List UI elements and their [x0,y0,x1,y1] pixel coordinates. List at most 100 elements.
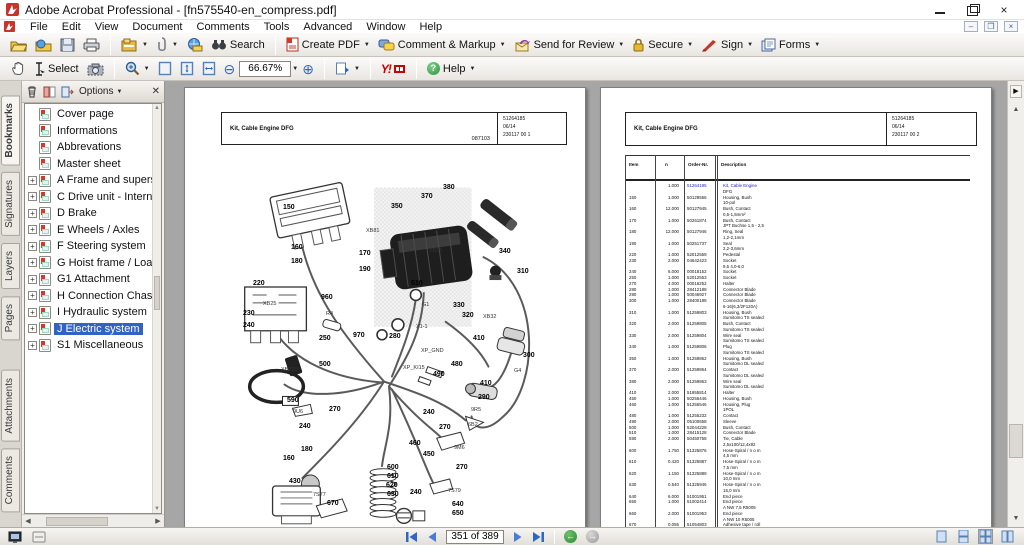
expand-icon[interactable]: + [28,192,37,201]
doc-close-button[interactable]: × [1004,21,1018,32]
bookmark-item-f-steering-system[interactable]: +F Steering system [25,238,152,255]
bookmark-item-a-frame-and-superstru[interactable]: +A Frame and superstru [25,172,152,189]
sign-button[interactable]: Sign ▼ [697,36,757,54]
highlight-bookmark-icon[interactable] [43,86,56,98]
fit-width-button[interactable] [198,59,220,78]
close-panel-button[interactable]: ✕ [152,86,160,97]
menu-comments[interactable]: Comments [190,21,257,33]
fullscreen-icon[interactable] [8,531,22,543]
help-button[interactable]: ? Help ▼ [423,60,480,77]
menu-view[interactable]: View [88,21,126,33]
bookmark-item-informations[interactable]: Informations [25,123,152,140]
menu-window[interactable]: Window [359,21,412,33]
bookmark-item-j-electric-system[interactable]: +J Electric system [25,321,152,338]
bookmark-item-cover-page[interactable]: Cover page [25,106,152,123]
facing-page-button[interactable] [1001,530,1014,543]
create-pdf-button[interactable]: Create PDF ▼ [282,35,374,54]
nav-tab-bookmarks[interactable]: Bookmarks [1,95,20,165]
expand-icon[interactable]: + [28,176,37,185]
bookmark-item-g-hoist-frame-load-lif[interactable]: +G Hoist frame / Load lif [25,255,152,272]
nav-tab-comments[interactable]: Comments [1,448,20,512]
print-button[interactable] [79,36,104,54]
close-button[interactable]: × [998,4,1010,16]
expand-icon[interactable]: + [28,275,37,284]
yahoo-toolbar-button[interactable]: Y! [377,60,410,78]
page-display-button[interactable]: ▼ [331,59,364,78]
forms-button[interactable]: Forms ▼ [757,36,824,54]
scroll-left-icon[interactable]: ◀ [22,517,34,525]
expand-icon[interactable]: + [28,209,37,218]
expand-icon[interactable]: + [28,341,37,350]
save-button[interactable] [56,36,79,54]
fit-page-button[interactable] [176,59,198,78]
send-for-review-button[interactable]: Send for Review ▼ [510,36,629,54]
nav-tab-signatures[interactable]: Signatures [1,172,20,236]
email-button[interactable] [182,36,207,54]
open-button[interactable] [6,36,31,54]
continuous-page-button[interactable] [957,530,970,543]
menu-document[interactable]: Document [125,21,189,33]
search-button[interactable]: Search [207,36,269,53]
bookmark-item-h-connection-chassis[interactable]: +H Connection Chassis [25,288,152,305]
nav-tab-pages[interactable]: Pages [1,296,20,340]
restore-button[interactable] [966,4,978,16]
menu-file[interactable]: File [23,21,55,33]
zoom-tool-button[interactable]: ▼ [121,59,154,78]
bookmark-item-abbrevations[interactable]: Abbrevations [25,139,152,156]
panel-expand-icon[interactable]: ▶ [1010,85,1022,98]
select-tool-button[interactable]: Select [29,60,83,78]
snapshot-button[interactable] [83,60,108,78]
menu-advanced[interactable]: Advanced [296,21,359,33]
single-page-button[interactable] [935,530,948,543]
expand-icon[interactable]: + [28,308,37,317]
bookmark-item-i-hydraulic-system[interactable]: +I Hydraulic system [25,304,152,321]
open-web-button[interactable] [31,36,56,54]
options-menu-button[interactable]: Options ▼ [79,86,122,97]
scroll-thumb[interactable] [1009,424,1023,458]
first-page-button[interactable] [405,531,418,543]
document-vertical-scrollbar[interactable]: ▶ ▲ ▼ [1007,81,1024,527]
new-bookmark-icon[interactable] [61,86,74,98]
scroll-down-icon[interactable]: ▼ [1009,512,1023,525]
zoom-out-button[interactable]: ⊖ [220,60,240,78]
bookmark-item-d-brake[interactable]: +D Brake [25,205,152,222]
menu-help[interactable]: Help [412,21,449,33]
minimize-button[interactable] [934,4,946,16]
doc-restore-button[interactable]: ❐ [984,21,998,32]
zoom-level-input[interactable] [239,61,291,77]
next-view-button[interactable]: → [586,530,599,543]
scroll-down-icon[interactable]: ▼ [153,506,161,512]
scroll-up-icon[interactable]: ▲ [153,105,161,111]
expand-icon[interactable]: + [28,291,37,300]
document-view[interactable]: Kit, Cable Engine DFG 087103 51264185 06… [165,81,1007,527]
hand-tool-button[interactable] [6,59,29,78]
bookmark-item-e-wheels-axles[interactable]: +E Wheels / Axles [25,222,152,239]
scroll-right-icon[interactable]: ▶ [152,517,164,525]
scroll-thumb[interactable] [46,517,108,526]
organizer-button[interactable]: ▼ [117,36,152,54]
bookmark-item-g1-attachment[interactable]: +G1 Attachment [25,271,152,288]
expand-icon[interactable]: + [28,258,37,267]
menu-edit[interactable]: Edit [55,21,88,33]
bookmark-item-s1-miscellaneous[interactable]: +S1 Miscellaneous [25,337,152,354]
expand-icon[interactable]: + [28,242,37,251]
delete-bookmark-icon[interactable] [26,85,38,98]
bookmark-item-c-drive-unit-internal-c[interactable]: +C Drive unit - Internal c [25,189,152,206]
bookmark-item-master-sheet[interactable]: Master sheet [25,156,152,173]
last-page-button[interactable] [532,531,545,543]
continuous-facing-button[interactable] [979,530,992,543]
zoom-in-button[interactable]: ⊕ [298,60,318,78]
doc-minimize-button[interactable]: – [964,21,978,32]
status-note-icon[interactable] [32,531,46,543]
secure-button[interactable]: Secure ▼ [628,35,697,54]
previous-page-button[interactable] [427,531,437,543]
expand-icon[interactable]: + [28,225,37,234]
scroll-thumb[interactable] [154,276,160,310]
actual-size-button[interactable] [154,59,176,78]
attach-button[interactable]: ▼ [152,35,182,54]
previous-view-button[interactable]: ← [564,530,577,543]
next-page-button[interactable] [513,531,523,543]
menu-tools[interactable]: Tools [257,21,297,33]
bookmarks-vertical-scrollbar[interactable]: ▲ ▼ [152,104,161,513]
scroll-up-icon[interactable]: ▲ [1009,103,1023,116]
